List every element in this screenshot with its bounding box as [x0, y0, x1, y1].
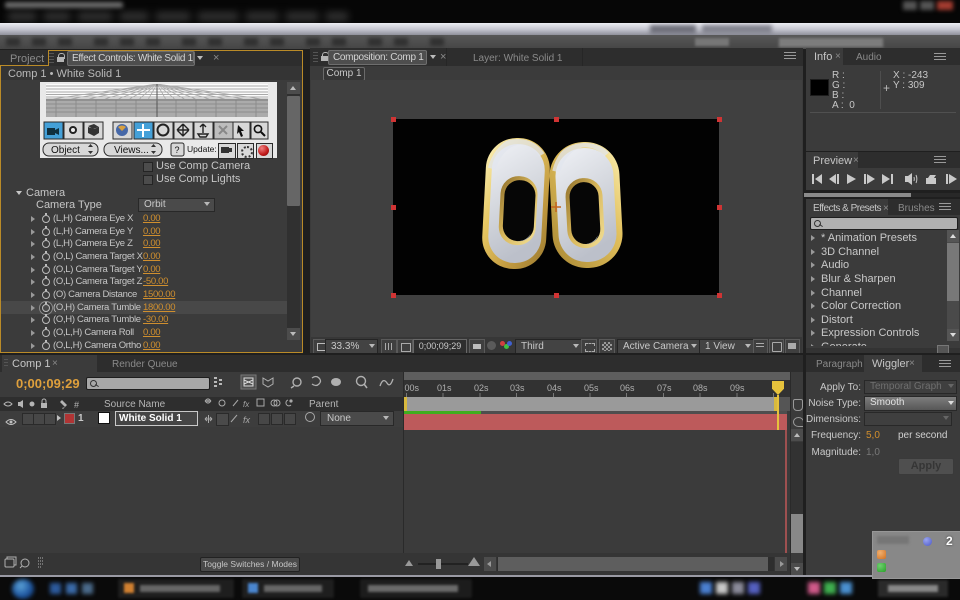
svg-text:Object: Object	[51, 145, 80, 156]
svg-text:#: #	[74, 400, 79, 410]
svg-text:fx: fx	[243, 415, 251, 425]
svg-text:?: ?	[175, 145, 180, 155]
svg-text:fx: fx	[243, 400, 250, 409]
svg-text:Views...: Views...	[114, 145, 149, 156]
svg-text:Update:: Update:	[187, 144, 217, 154]
